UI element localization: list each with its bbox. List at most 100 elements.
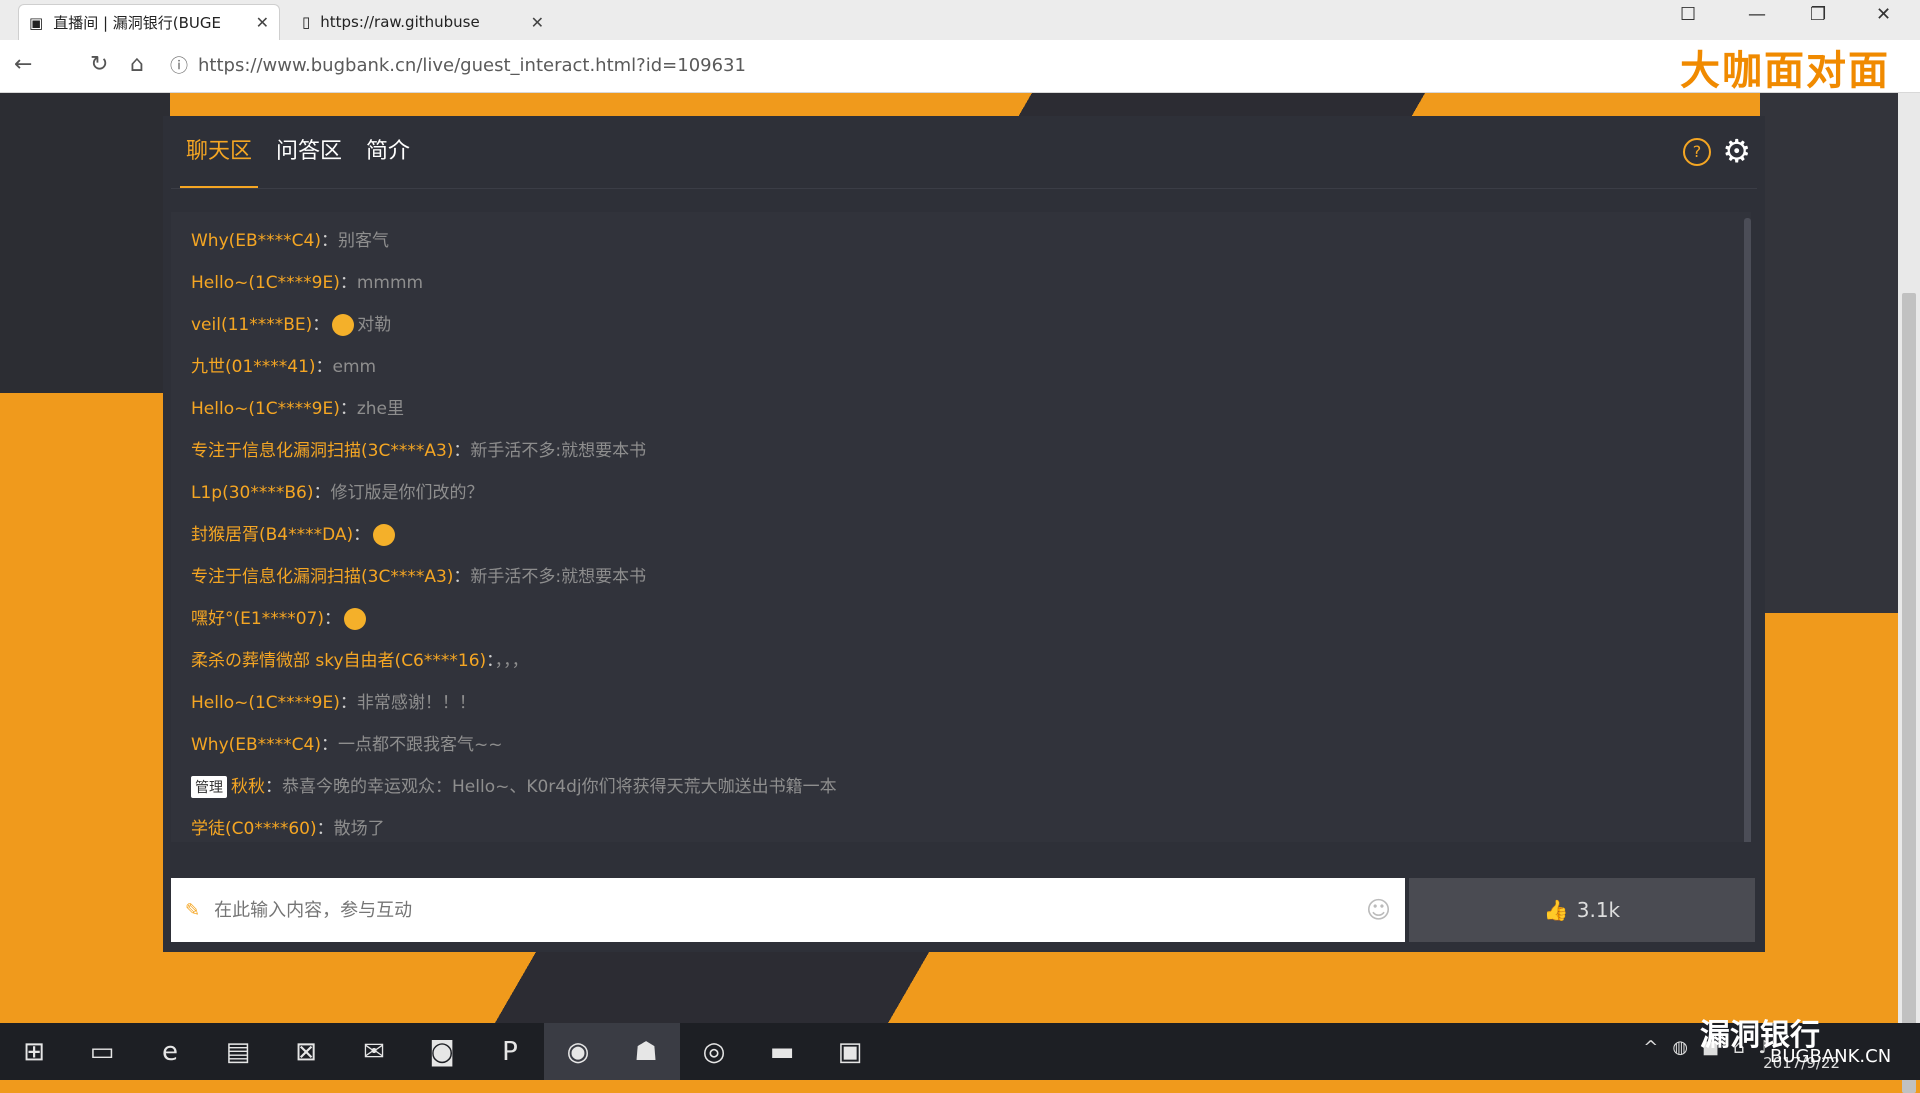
chat-user[interactable]: 秋秋 [231,777,265,797]
background-art [0,93,170,393]
background-art [1760,93,1920,613]
app-icon[interactable]: ▣ [816,1023,884,1080]
home-icon[interactable]: ⌂ [130,52,144,77]
maximize-icon[interactable]: ❐ [1810,4,1826,25]
emoji-icon [343,608,366,630]
powerpoint-icon[interactable]: P [476,1023,544,1080]
tab-intro[interactable]: 简介 [366,133,410,169]
chat-text: 一点都不跟我客气~~ [338,735,503,755]
url-text: https://www.bugbank.cn/live/guest_intera… [198,54,746,76]
mail-icon[interactable]: ✉ [340,1023,408,1080]
bugbank-logo-sub: BUGBANK.CN [1770,1046,1892,1067]
emoji-icon [332,314,355,336]
obs-icon[interactable]: ◎ [680,1023,748,1080]
chat-message: Hello~(1C****9E)：mmmm [191,273,424,293]
browser-toolbar: ← ↻ ⌂ ⓘ https://www.bugbank.cn/live/gues… [0,40,1920,93]
edge-icon[interactable]: e [136,1023,204,1080]
chat-text: emm [332,357,377,377]
chat-message: veil(11****BE)： 对勒 [191,314,392,336]
chat-user[interactable]: 嘿好°(E1****07) [191,609,324,629]
tab-title: 直播间 | 漏洞银行(BUGE [53,14,222,32]
chat-text: 对勒 [357,315,392,335]
info-icon: ⓘ [170,56,188,77]
windows-taskbar: ⊞ ▭ e ▤ ⊠ ✉ ◙ P ◉ ☗ ◎ ▬ ▣ ^ ◍ ■ ⌂ ♪ 2017… [0,1023,1920,1080]
back-icon[interactable]: ← [14,52,32,77]
live-panel: 聊天区 问答区 简介 ? ⚙ Why(EB****C4)：别客气 Hello~(… [163,116,1765,952]
chat-text: 别客气 [338,231,389,251]
chat-text: 非常感谢！！！ [356,693,476,713]
chat-user[interactable]: Hello~(1C****9E) [191,273,340,293]
close-icon[interactable]: ✕ [256,13,269,32]
thumbs-up-icon: 👍 [1543,898,1569,922]
chat-user[interactable]: 专注于信息化漏洞扫描(3C****A3) [191,441,453,461]
emoji-picker-icon[interactable]: ☺ [1366,896,1391,924]
chat-user[interactable]: Why(EB****C4) [191,735,321,755]
chat-user[interactable]: 专注于信息化漏洞扫描(3C****A3) [191,567,453,587]
chat-message: 专注于信息化漏洞扫描(3C****A3)：新手活不多:就想要本书 [191,567,647,587]
scroll-thumb[interactable] [1902,293,1916,1093]
chat-message: 柔杀の葬情微部 sky自由者(C6****16)：，，， [191,651,529,671]
chat-text: mmmm [356,273,424,293]
chat-user[interactable]: L1p(30****B6) [191,483,313,503]
gear-icon[interactable]: ⚙ [1722,132,1751,170]
reload-icon[interactable]: ↻ [90,52,108,77]
chat-message: 嘿好°(E1****07)： [191,604,369,630]
chat-text: ，，， [494,651,529,671]
chrome-icon[interactable]: ◉ [544,1023,612,1080]
panel-tabs: 聊天区 问答区 简介 [171,116,410,189]
tab-qa[interactable]: 问答区 [276,133,342,169]
emoji-icon [373,524,396,546]
chat-user[interactable]: Hello~(1C****9E) [191,399,340,419]
admin-badge: 管理 [191,776,227,798]
like-count: 3.1k [1576,898,1621,922]
brand-banner: 大咖面对面 [1680,47,1890,94]
chat-user[interactable]: Hello~(1C****9E) [191,693,340,713]
chat-input-box[interactable]: ✎ ☺ [171,878,1405,942]
store-icon[interactable]: ⊠ [272,1023,340,1080]
close-window-icon[interactable]: ✕ [1876,4,1891,25]
address-bar[interactable]: ⓘ https://www.bugbank.cn/live/guest_inte… [170,48,1690,82]
chat-message: 封猴居胥(B4****DA)： [191,520,398,546]
chat-message: L1p(30****B6)：修订版是你们改的？ [191,483,484,503]
chat-user[interactable]: veil(11****BE) [191,315,312,335]
tab-title: https://raw.githubuse [320,13,480,31]
divider [171,188,1757,189]
chat-message-admin: 管理 秋秋：恭喜今晚的幸运观众：Hello~、K0r4dj你们将获得天荒大咖送出书… [191,772,837,798]
chat-text: 恭喜今晚的幸运观众：Hello~、K0r4dj你们将获得天荒大咖送出书籍一本 [282,777,837,797]
tab-github[interactable]: ▯ https://raw.githubuse ✕ [292,4,554,40]
chat-user[interactable]: Why(EB****C4) [191,231,321,251]
minimize-icon[interactable]: — [1748,4,1766,25]
chevron-up-icon[interactable]: ^ [1643,1037,1658,1058]
chat-message: Hello~(1C****9E)：非常感谢！！！ [191,693,476,713]
app-icon[interactable]: ☗ [612,1023,680,1080]
tab-chat[interactable]: 聊天区 [179,133,259,189]
chat-text: 新手活不多:就想要本书 [470,567,647,587]
chat-message: 专注于信息化漏洞扫描(3C****A3)：新手活不多:就想要本书 [191,441,647,461]
user-icon[interactable]: ☐ [1680,4,1696,25]
chat-text: 新手活不多:就想要本书 [470,441,647,461]
terminal-icon[interactable]: ▬ [748,1023,816,1080]
file-explorer-icon[interactable]: ▤ [204,1023,272,1080]
close-icon[interactable]: ✕ [531,13,544,32]
start-icon[interactable]: ⊞ [0,1023,68,1080]
task-view-icon[interactable]: ▭ [68,1023,136,1080]
like-button[interactable]: 👍 3.1k [1409,878,1755,942]
tab-bugbank[interactable]: ▣ 直播间 | 漏洞银行(BUGE ✕ [18,4,280,40]
tray-icon[interactable]: ◍ [1672,1037,1688,1058]
app-icon[interactable]: ◙ [408,1023,476,1080]
chat-input[interactable] [212,898,1366,922]
document-icon: ▯ [302,13,311,31]
chat-user[interactable]: 九世(01****41) [191,357,316,377]
chat-text: 散场了 [333,819,385,839]
chat-message: Why(EB****C4)：一点都不跟我客气~~ [191,735,503,755]
browser-tabbar: ▣ 直播间 | 漏洞银行(BUGE ✕ ▯ https://raw.github… [0,0,1920,41]
page-scrollbar[interactable] [1898,93,1920,1093]
page-icon: ▣ [29,13,44,32]
help-icon[interactable]: ? [1683,138,1711,166]
chat-user[interactable]: 柔杀の葬情微部 sky自由者(C6****16) [191,651,486,671]
chat-text: zhe里 [356,399,405,419]
chat-scrollbar[interactable] [1744,218,1751,842]
chat-user[interactable]: 学徒(C0****60) [191,819,317,839]
chat-user[interactable]: 封猴居胥(B4****DA) [191,525,353,545]
chat-list[interactable]: Why(EB****C4)：别客气 Hello~(1C****9E)：mmmm … [171,212,1751,842]
